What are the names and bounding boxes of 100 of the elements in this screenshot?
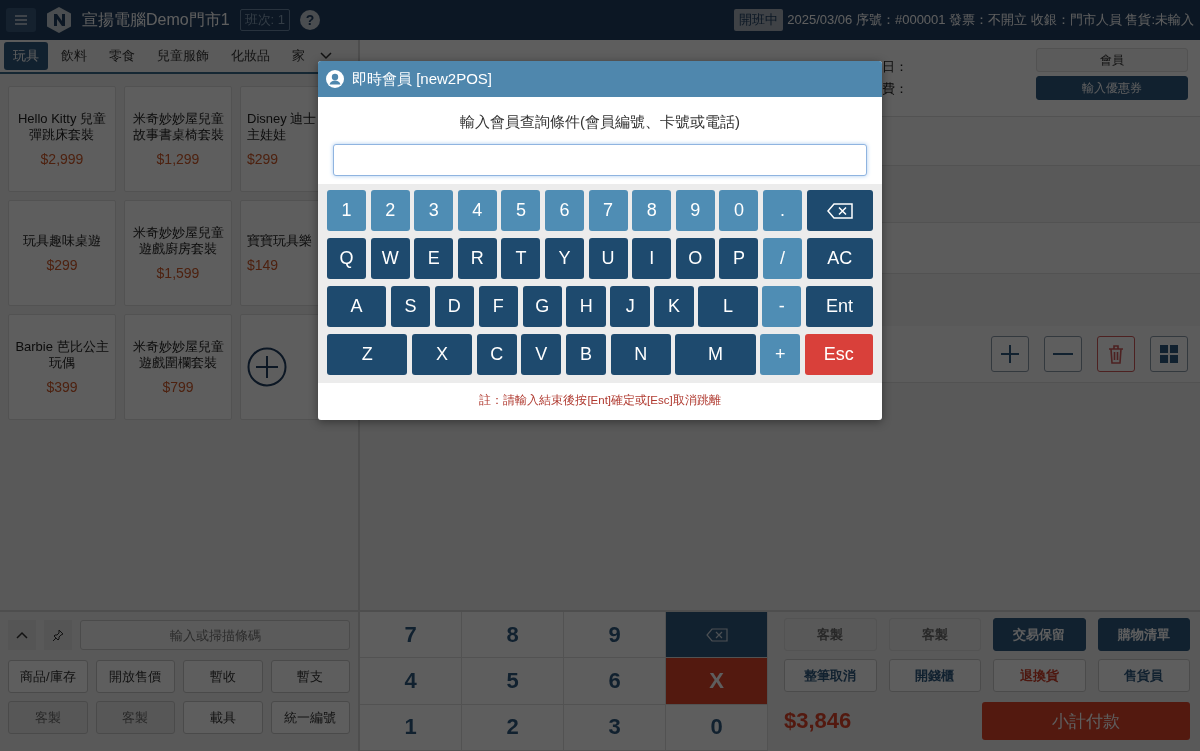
keyboard-key[interactable]: 0 [719, 190, 759, 231]
category-tab[interactable]: 玩具 [4, 42, 48, 70]
keyboard-key[interactable]: E [414, 238, 454, 279]
keyboard-key[interactable]: 5 [501, 190, 541, 231]
keyboard-key[interactable]: 6 [544, 190, 585, 231]
keypad-key[interactable]: 2 [462, 704, 564, 751]
keypad-key[interactable]: 5 [462, 658, 564, 705]
keyboard-key[interactable]: Esc [804, 334, 873, 375]
category-tab[interactable]: 飲料 [52, 42, 96, 70]
product-price: $149 [247, 257, 279, 273]
keypad-key[interactable]: 0 [666, 704, 768, 751]
action-button[interactable]: 開錢櫃 [888, 659, 981, 692]
product-price: $1,599 [156, 265, 200, 281]
keyboard-key[interactable]: R [457, 238, 497, 279]
function-button[interactable]: 暫支 [270, 660, 350, 693]
keyboard-key[interactable]: N [610, 334, 671, 375]
action-button[interactable]: 交易保留 [993, 618, 1086, 651]
delete-button[interactable] [1097, 336, 1135, 372]
action-button[interactable]: 售貨員 [1097, 659, 1190, 692]
coupon-button[interactable]: 輸入優惠券 [1036, 76, 1188, 100]
collapse-button[interactable] [8, 620, 36, 650]
keypad-key[interactable]: 3 [564, 704, 666, 751]
keyboard-key[interactable]: - [762, 286, 802, 327]
function-button[interactable]: 載具 [183, 701, 263, 734]
keyboard-key[interactable]: F [478, 286, 519, 327]
keyboard-key[interactable]: 1 [327, 190, 367, 231]
category-tab[interactable]: 化妝品 [222, 42, 279, 70]
clear-key[interactable]: X [666, 658, 768, 705]
backspace-key[interactable] [806, 190, 873, 231]
keyboard-key[interactable]: B [565, 334, 606, 375]
keyboard-key[interactable]: P [719, 238, 759, 279]
category-tab[interactable]: 零食 [100, 42, 144, 70]
keyboard-key[interactable]: D [434, 286, 475, 327]
product-price: $299 [46, 257, 78, 273]
keyboard-key[interactable]: U [588, 238, 628, 279]
keyboard-key[interactable]: . [762, 190, 803, 231]
keyboard-key[interactable]: 2 [370, 190, 410, 231]
keyboard-key[interactable]: I [632, 238, 672, 279]
dialog-note: 註：請輸入結束後按[Ent]確定或[Esc]取消跳離 [478, 393, 722, 408]
pin-button[interactable] [44, 620, 72, 650]
action-button[interactable]: 退換貨 [993, 659, 1086, 692]
keyboard-key[interactable]: 3 [414, 190, 454, 231]
keypad-key[interactable]: 4 [360, 658, 462, 705]
function-button[interactable]: 暫收 [183, 660, 263, 693]
keypad-key[interactable]: 1 [360, 704, 462, 751]
function-button[interactable]: 商品/庫存 [8, 660, 88, 693]
keypad-key[interactable]: 8 [462, 612, 564, 659]
keyboard-key[interactable]: 8 [632, 190, 672, 231]
action-button[interactable]: 整筆取消 [784, 659, 877, 692]
keyboard-key[interactable]: + [760, 334, 801, 375]
product-name: 米奇妙妙屋兒童 遊戲圍欄套裝 [132, 339, 224, 371]
product-card[interactable]: 米奇妙妙屋兒童 遊戲圍欄套裝 $799 [124, 314, 232, 420]
keyboard-key[interactable]: G [522, 286, 562, 327]
function-button[interactable]: 開放售價 [95, 660, 175, 693]
keyboard-key[interactable]: V [521, 334, 562, 375]
keyboard-key[interactable]: K [654, 286, 694, 327]
grid-view-button[interactable] [1150, 336, 1188, 372]
menu-button[interactable] [6, 8, 36, 32]
keyboard-key[interactable]: S [390, 286, 431, 327]
keyboard-key[interactable]: W [370, 238, 410, 279]
decrease-button[interactable] [1044, 336, 1082, 372]
keyboard-key[interactable]: AC [806, 238, 873, 279]
member-query-field[interactable] [333, 144, 867, 176]
keyboard-key[interactable]: J [610, 286, 650, 327]
product-name: 玩具趣味桌遊 [23, 233, 101, 249]
dialog-prompt: 輸入會員查詢條件(會員編號、卡號或電話) [460, 113, 740, 132]
checkout-button[interactable]: 小計付款 [982, 702, 1190, 740]
keyboard-key[interactable]: 9 [675, 190, 715, 231]
keyboard-key[interactable]: H [566, 286, 606, 327]
keyboard-key[interactable]: O [675, 238, 715, 279]
product-card[interactable]: 米奇妙妙屋兒童 故事書桌椅套裝 $1,299 [124, 86, 232, 192]
keyboard-key[interactable]: C [476, 334, 517, 375]
backspace-icon [826, 202, 853, 219]
product-card[interactable]: 玩具趣味桌遊 $299 [8, 200, 116, 306]
keyboard-key[interactable]: / [762, 238, 803, 279]
product-card[interactable]: Hello Kitty 兒童 彈跳床套裝 $2,999 [8, 86, 116, 192]
keyboard-key[interactable]: Z [327, 334, 408, 375]
keyboard-key[interactable]: A [327, 286, 387, 327]
product-card[interactable]: Barbie 芭比公主 玩偶 $399 [8, 314, 116, 420]
keyboard-key[interactable]: Ent [805, 286, 874, 327]
keypad-key[interactable]: 9 [564, 612, 666, 659]
keyboard-key[interactable]: 4 [457, 190, 497, 231]
keypad-key[interactable]: 7 [360, 612, 462, 659]
category-tab[interactable]: 兒童服飾 [148, 42, 218, 70]
trash-icon [1106, 344, 1126, 364]
action-button[interactable]: 購物清單 [1097, 618, 1190, 651]
keyboard-key[interactable]: Y [544, 238, 585, 279]
keyboard-key[interactable]: Q [327, 238, 367, 279]
help-button[interactable]: ? [300, 10, 321, 30]
keyboard-key[interactable]: X [411, 334, 473, 375]
keyboard-key[interactable]: 7 [588, 190, 628, 231]
keyboard-key[interactable]: L [698, 286, 758, 327]
keyboard-key[interactable]: M [675, 334, 756, 375]
product-card[interactable]: 米奇妙妙屋兒童 遊戲廚房套裝 $1,599 [124, 200, 232, 306]
keyboard-key[interactable]: T [501, 238, 541, 279]
more-button[interactable] [318, 50, 334, 62]
category-tab[interactable]: 家 [283, 42, 314, 70]
keypad-key[interactable]: 6 [564, 658, 666, 705]
member-button[interactable]: 會員 [1036, 48, 1188, 72]
increase-button[interactable] [991, 336, 1029, 372]
